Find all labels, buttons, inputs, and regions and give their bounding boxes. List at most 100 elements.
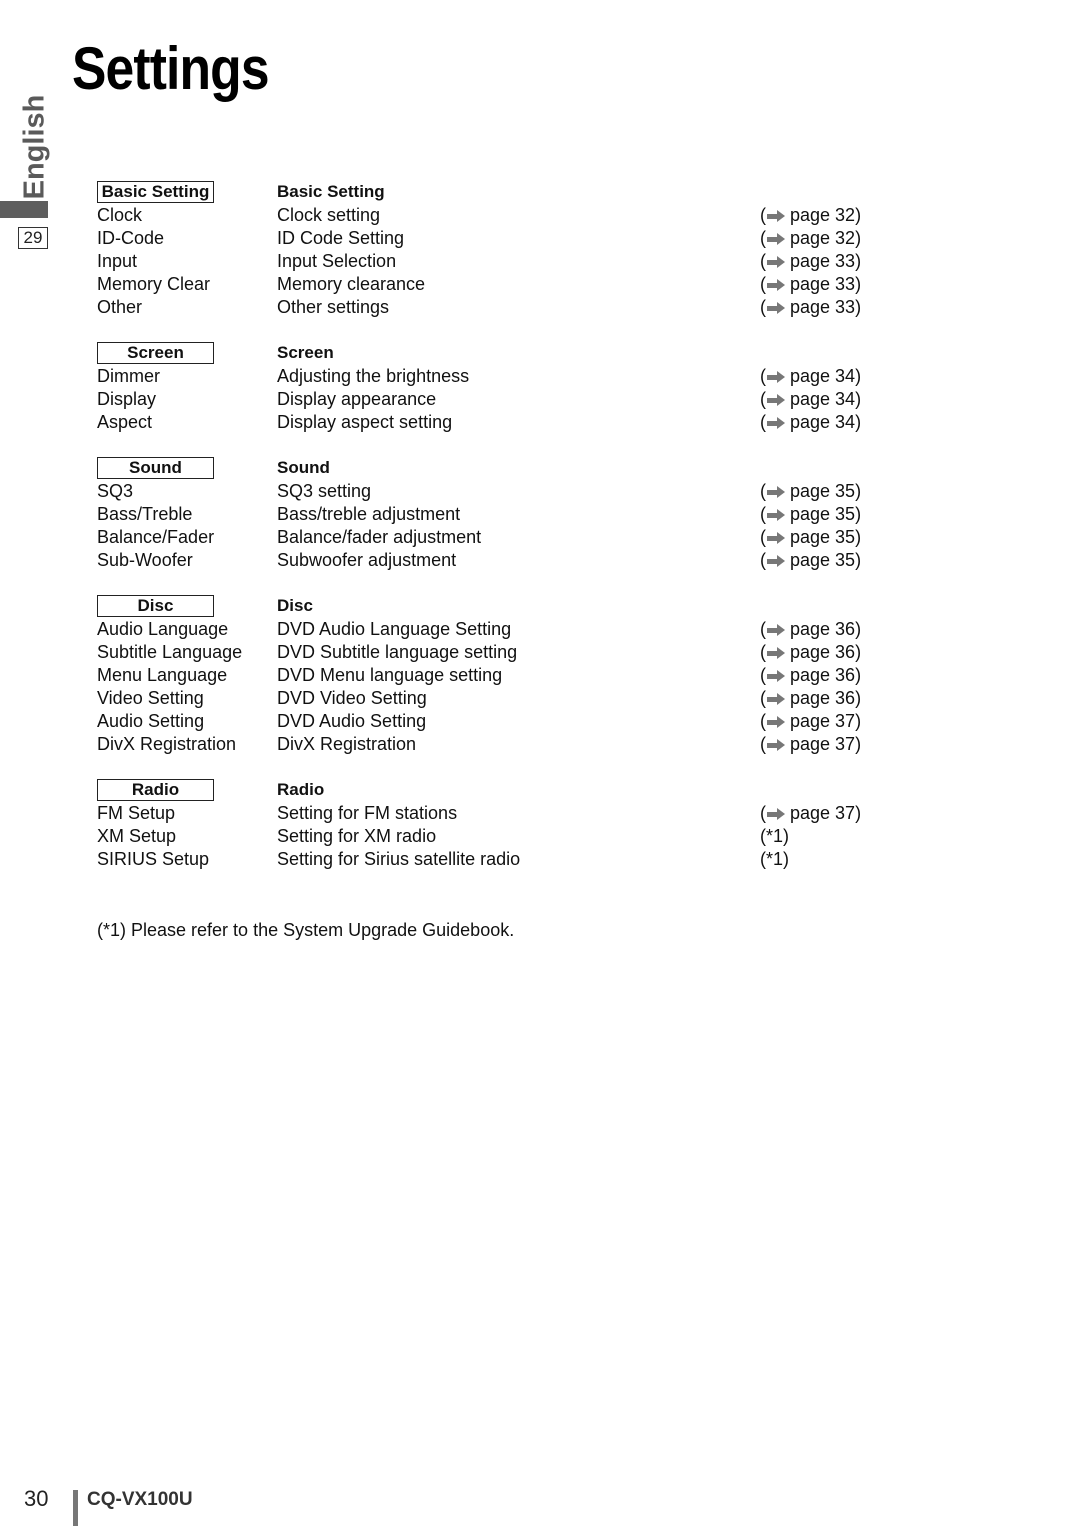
setting-row: Subtitle Language DVD Subtitle language s… bbox=[97, 641, 877, 664]
setting-name: Balance/Fader bbox=[97, 527, 215, 547]
arrow-right-icon bbox=[767, 647, 787, 660]
page-reference-text: page 37 bbox=[790, 711, 856, 731]
section-heading: Radio bbox=[277, 780, 325, 799]
section-box-label: Screen bbox=[97, 342, 214, 364]
page-number: 30 bbox=[24, 1486, 49, 1511]
section-page-number: 29 bbox=[18, 227, 48, 249]
page-reference-text: *1 bbox=[766, 826, 784, 846]
arrow-right-icon bbox=[767, 279, 787, 292]
section-heading: Disc bbox=[277, 596, 313, 615]
setting-name: FM Setup bbox=[97, 803, 176, 823]
page-reference: (page 37) bbox=[760, 734, 862, 754]
page-reference-text: page 32 bbox=[790, 228, 856, 248]
page-reference: (page 33) bbox=[760, 297, 862, 317]
setting-description: Memory clearance bbox=[277, 274, 426, 294]
arrow-right-icon bbox=[767, 532, 787, 545]
setting-description: Subwoofer adjustment bbox=[277, 550, 457, 570]
setting-row: Bass/Treble Bass/treble adjustment (page 3… bbox=[97, 503, 877, 526]
setting-name: Aspect bbox=[97, 412, 153, 432]
setting-row: SQ3 SQ3 setting (page 35) bbox=[97, 480, 877, 503]
setting-name: Clock bbox=[97, 205, 143, 225]
footer-divider bbox=[73, 1490, 78, 1526]
page-reference: (page 36) bbox=[760, 619, 862, 639]
setting-description: Balance/fader adjustment bbox=[277, 527, 482, 547]
setting-name: Video Setting bbox=[97, 688, 204, 708]
page-reference-text: page 36 bbox=[790, 642, 856, 662]
setting-row: Dimmer Adjusting the brightness (page 34) bbox=[97, 365, 877, 388]
section-heading: Screen bbox=[277, 343, 334, 362]
setting-name: ID-Code bbox=[97, 228, 165, 248]
setting-row: Aspect Display aspect setting (page 34) bbox=[97, 411, 877, 434]
page-reference-text: page 36 bbox=[790, 688, 856, 708]
section-box-label: Disc bbox=[97, 595, 214, 617]
page-reference: (*1) bbox=[760, 849, 790, 869]
arrow-right-icon bbox=[767, 555, 787, 568]
page-reference: (page 35) bbox=[760, 550, 862, 570]
setting-row: XM Setup Setting for XM radio (*1) bbox=[97, 825, 877, 848]
section-box-label: Radio bbox=[97, 779, 214, 801]
arrow-right-icon bbox=[767, 486, 787, 499]
page-reference-text: page 33 bbox=[790, 297, 856, 317]
page-reference: (page 36) bbox=[760, 688, 862, 708]
setting-description: Display appearance bbox=[277, 389, 437, 409]
setting-description: DVD Menu language setting bbox=[277, 665, 503, 685]
setting-row: Other Other settings (page 33) bbox=[97, 296, 877, 319]
page-reference-text: *1 bbox=[766, 849, 784, 869]
language-tab-bar bbox=[0, 201, 48, 218]
page-reference: (page 35) bbox=[760, 481, 862, 501]
setting-description: Setting for Sirius satellite radio bbox=[277, 849, 521, 869]
arrow-right-icon bbox=[767, 693, 787, 706]
setting-name: Subtitle Language bbox=[97, 642, 243, 662]
footnote: (*1) Please refer to the System Upgrade … bbox=[97, 920, 515, 940]
page-reference: (page 35) bbox=[760, 504, 862, 524]
page-reference-text: page 36 bbox=[790, 619, 856, 639]
setting-row: Balance/Fader Balance/fader adjustment (pa… bbox=[97, 526, 877, 549]
arrow-right-icon bbox=[767, 233, 787, 246]
page-reference: (page 33) bbox=[760, 274, 862, 294]
settings-list: Basic Setting Basic Setting Clock Clock set… bbox=[97, 179, 877, 892]
page-reference-text: page 34 bbox=[790, 412, 856, 432]
page-reference-text: page 35 bbox=[790, 504, 856, 524]
settings-section: Sound Sound SQ3 SQ3 setting(page 35) Bass/Tr… bbox=[97, 455, 877, 572]
page-reference: (page 35) bbox=[760, 527, 862, 547]
page-reference-text: page 35 bbox=[790, 481, 856, 501]
setting-description: DivX Registration bbox=[277, 734, 417, 754]
setting-name: Memory Clear bbox=[97, 274, 211, 294]
language-tab-label: English bbox=[18, 94, 51, 200]
language-tab: English bbox=[19, 95, 51, 200]
setting-description: DVD Audio Setting bbox=[277, 711, 427, 731]
setting-row: Video Setting DVD Video Setting (page 36) bbox=[97, 687, 877, 710]
page-reference-text: page 33 bbox=[790, 274, 856, 294]
section-header: Radio Radio bbox=[97, 777, 877, 802]
setting-description: DVD Audio Language Setting bbox=[277, 619, 512, 639]
setting-name: Audio Setting bbox=[97, 711, 205, 731]
setting-row: Sub-Woofer Subwoofer adjustment (page 35) bbox=[97, 549, 877, 572]
setting-name: Sub-Woofer bbox=[97, 550, 193, 570]
page-reference-text: page 34 bbox=[790, 389, 856, 409]
setting-row: Audio Language DVD Audio Language Setting… bbox=[97, 618, 877, 641]
setting-row: Input Input Selection (page 33) bbox=[97, 250, 877, 273]
setting-description: Adjusting the brightness bbox=[277, 366, 470, 386]
setting-row: SIRIUS Setup Setting for Sirius satellite… bbox=[97, 848, 877, 871]
arrow-right-icon bbox=[767, 394, 787, 407]
setting-row: Display Display appearance (page 34) bbox=[97, 388, 877, 411]
arrow-right-icon bbox=[767, 624, 787, 637]
page-title: Settings bbox=[72, 35, 270, 102]
page-reference: (page 34) bbox=[760, 412, 862, 432]
setting-row: FM Setup Setting for FM stations (page 37) bbox=[97, 802, 877, 825]
arrow-right-icon bbox=[767, 371, 787, 384]
section-header: Sound Sound bbox=[97, 455, 877, 480]
page-reference: (*1) bbox=[760, 826, 790, 846]
setting-name: SIRIUS Setup bbox=[97, 849, 210, 869]
section-heading: Basic Setting bbox=[277, 182, 385, 201]
arrow-right-icon bbox=[767, 417, 787, 430]
settings-section: Radio Radio FM Setup Setting for FM station… bbox=[97, 777, 877, 871]
setting-row: ID-Code ID Code Setting (page 32) bbox=[97, 227, 877, 250]
section-header: Disc Disc bbox=[97, 593, 877, 618]
section-box-label: Basic Setting bbox=[97, 181, 214, 203]
page-reference: (page 36) bbox=[760, 642, 862, 662]
setting-row: DivX Registration DivX Registration (page … bbox=[97, 733, 877, 756]
setting-description: Bass/treble adjustment bbox=[277, 504, 461, 524]
page-reference: (page 34) bbox=[760, 366, 862, 386]
arrow-right-icon bbox=[767, 808, 787, 821]
